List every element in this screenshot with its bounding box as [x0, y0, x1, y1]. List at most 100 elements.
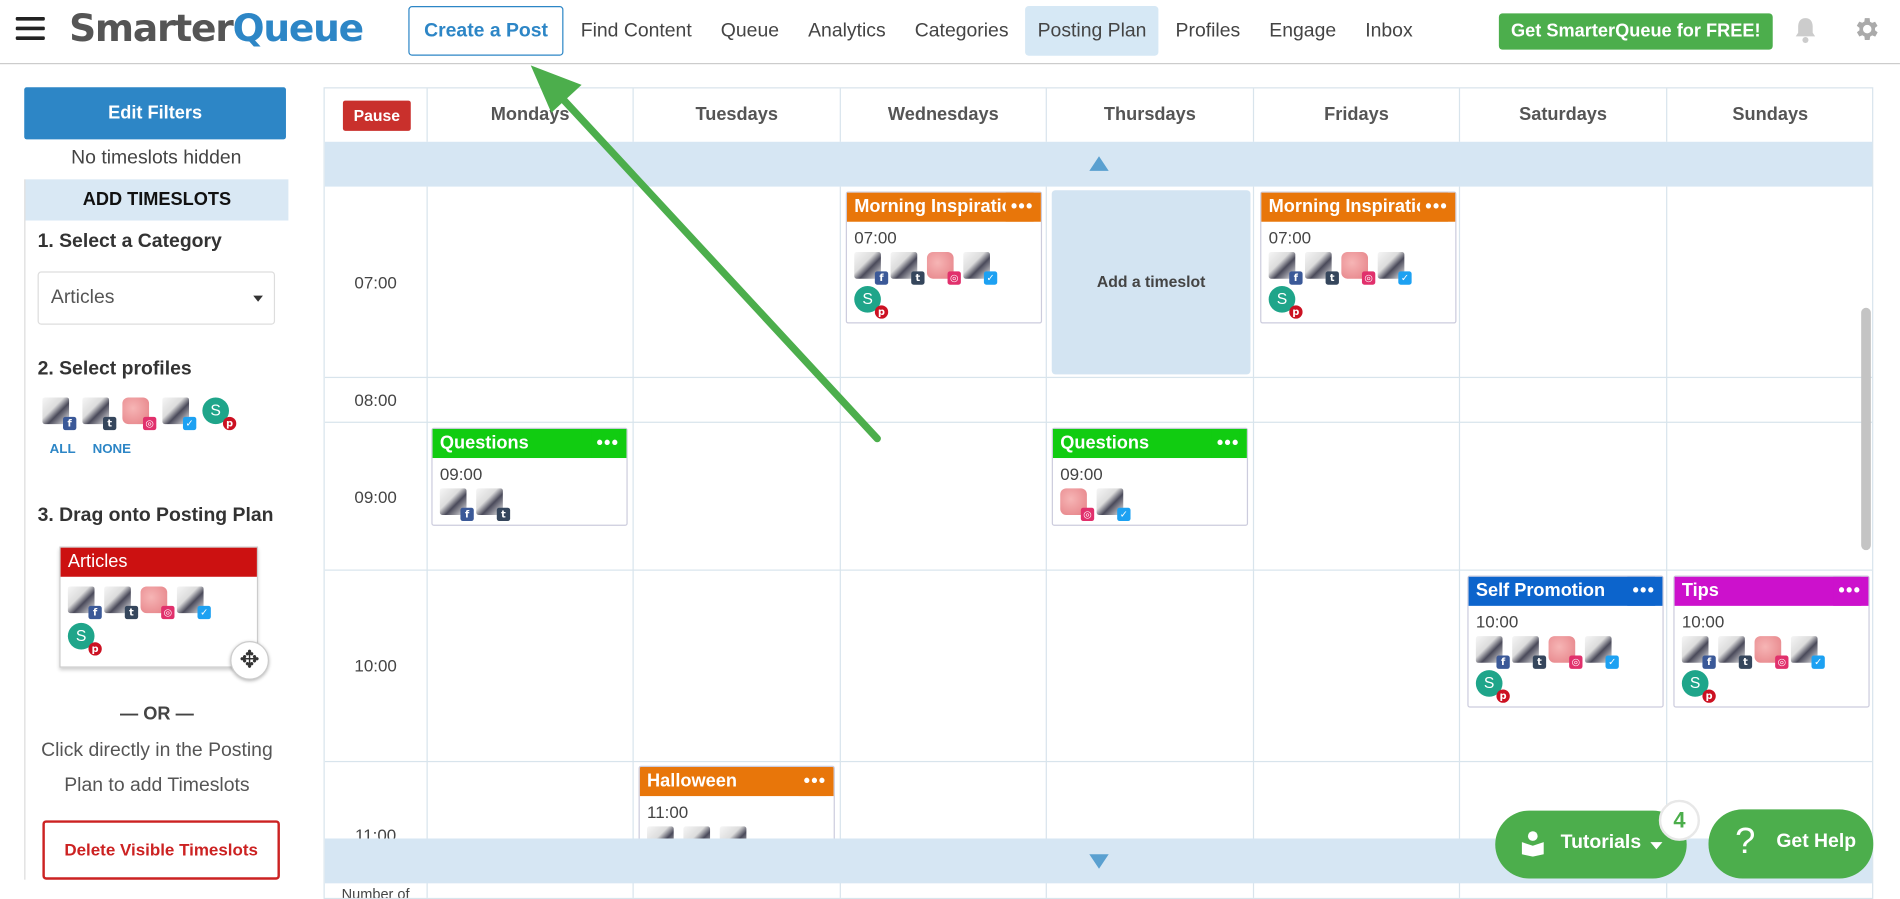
top-navbar: SmarterQueue Create a Post Find Content … [0, 0, 1900, 65]
profile-facebook-icon[interactable]: f [42, 397, 77, 431]
delete-visible-timeslots-button[interactable]: Delete Visible Timeslots [42, 820, 280, 880]
timeslot-time: 07:00 [854, 227, 897, 248]
timeslot-time: 07:00 [1268, 227, 1312, 248]
timeslot-wed-0700[interactable]: Morning Inspiration ••• 07:00 f t ◎ ✓ Sp [845, 191, 1043, 324]
timeslot-time: 09:00 [1060, 464, 1103, 484]
nav-create-a-post[interactable]: Create a Post [408, 6, 564, 56]
timeslot-time: 11:00 [647, 802, 689, 822]
select-all-link[interactable]: ALL [50, 442, 76, 457]
tumblr-profile-icon: t [890, 252, 925, 285]
tumblr-profile-icon: t [1512, 636, 1547, 669]
timeslot-time: 10:00 [1681, 611, 1725, 632]
nav-find-content[interactable]: Find Content [569, 6, 704, 56]
day-header-wednesdays: Wednesdays [839, 88, 1046, 142]
more-options-icon[interactable]: ••• [1420, 192, 1448, 222]
instagram-profile-icon: ◎ [1754, 636, 1789, 669]
twitter-profile-icon: ✓ [1096, 488, 1131, 522]
profile-twitter-icon[interactable]: ✓ [162, 397, 197, 431]
timeslot-title: Morning Inspiration ••• [846, 192, 1041, 222]
tumblr-profile-icon: t [104, 586, 139, 620]
category-select-value: Articles [50, 287, 115, 308]
pinterest-profile-icon: Sp [67, 622, 102, 656]
more-options-icon[interactable]: ••• [591, 428, 620, 459]
day-header-thursdays: Thursdays [1045, 88, 1253, 142]
instagram-profile-icon: ◎ [140, 586, 175, 620]
question-icon: ? [1735, 821, 1756, 862]
nav-posting-plan[interactable]: Posting Plan [1025, 6, 1159, 56]
pause-button[interactable]: Pause [342, 100, 411, 131]
gear-icon[interactable] [1851, 15, 1880, 44]
footer-row-label: Number of [341, 885, 410, 899]
facebook-profile-icon: f [439, 488, 474, 522]
facebook-profile-icon: f [1681, 636, 1716, 669]
time-label-0900: 09:00 [354, 487, 397, 507]
timeslot-sun-1000[interactable]: Tips ••• 10:00 f t ◎ ✓ Sp [1673, 575, 1870, 708]
bell-icon[interactable] [1793, 17, 1817, 44]
add-timeslot-cell[interactable]: Add a timeslot [1051, 190, 1251, 375]
more-options-icon[interactable]: ••• [1627, 576, 1656, 606]
scroll-up-bar[interactable] [324, 141, 1873, 187]
more-options-icon[interactable]: ••• [798, 767, 827, 797]
tutorials-count-badge: 4 [1658, 799, 1701, 841]
click-instructions: Click directly in the Posting Plan to ad… [41, 740, 273, 797]
step-3-label: 3. Drag onto Posting Plan [37, 505, 274, 526]
timeslot-time: 09:00 [439, 464, 483, 484]
day-header-fridays: Fridays [1252, 88, 1459, 142]
instagram-profile-icon: ◎ [926, 252, 961, 285]
nav-inbox[interactable]: Inbox [1353, 6, 1425, 56]
facebook-profile-icon: f [1475, 636, 1510, 669]
timeslot-sat-1000[interactable]: Self Promotion ••• 10:00 f t ◎ ✓ Sp [1467, 575, 1664, 708]
more-options-icon[interactable]: ••• [1833, 576, 1862, 606]
time-label-1000: 10:00 [354, 655, 397, 675]
timeslot-title: Questions ••• [432, 428, 627, 459]
twitter-profile-icon: ✓ [963, 252, 998, 285]
caret-down-icon [1650, 842, 1663, 850]
get-help-button[interactable]: ? Get Help [1708, 809, 1874, 879]
time-label-0800: 08:00 [354, 390, 397, 410]
or-divider: — OR — [120, 703, 194, 725]
nav-categories[interactable]: Categories [903, 6, 1021, 56]
step-2-label: 2. Select profiles [37, 358, 192, 380]
smarterqueue-logo[interactable]: SmarterQueue [69, 7, 364, 51]
more-options-icon[interactable]: ••• [1005, 192, 1034, 222]
timeslot-mon-0900[interactable]: Questions ••• 09:00 f t [431, 427, 628, 526]
nav-engage[interactable]: Engage [1257, 6, 1348, 56]
facebook-profile-icon: f [67, 586, 102, 620]
profile-pinterest-icon[interactable]: Sp [202, 397, 237, 431]
day-header-mondays: Mondays [426, 88, 633, 142]
profile-selector: f t ◎ ✓ Sp [25, 397, 288, 431]
sidebar: Edit Filters No timeslots hidden ADD TIM… [24, 87, 289, 880]
profile-instagram-icon[interactable]: ◎ [122, 397, 157, 431]
profile-tumblr-icon[interactable]: t [82, 397, 117, 431]
nav-queue[interactable]: Queue [709, 6, 791, 56]
timeslot-title: Questions ••• [1052, 428, 1247, 459]
move-icon[interactable]: ✥ [230, 640, 269, 680]
twitter-profile-icon: ✓ [1790, 636, 1825, 669]
posting-plan-grid: Pause Mondays Tuesdays Wednesdays Thursd… [323, 87, 1874, 899]
timeslot-time: 10:00 [1475, 611, 1519, 632]
vertical-scrollbar[interactable] [1861, 307, 1871, 551]
nav-analytics[interactable]: Analytics [796, 6, 898, 56]
facebook-profile-icon: f [1268, 252, 1303, 285]
timeslot-fri-0700[interactable]: Morning Inspiration ••• 07:00 f t ◎ ✓ Sp [1260, 191, 1457, 324]
timeslot-title: Self Promotion ••• [1468, 576, 1663, 606]
hamburger-menu-icon[interactable] [15, 16, 45, 41]
chevron-down-icon [253, 295, 263, 302]
category-select[interactable]: Articles [37, 271, 276, 325]
select-none-link[interactable]: NONE [93, 442, 132, 457]
step-1-label: 1. Select a Category [37, 231, 222, 253]
tumblr-profile-icon: t [1718, 636, 1753, 669]
more-options-icon[interactable]: ••• [1211, 428, 1240, 459]
instagram-profile-icon: ◎ [1548, 636, 1583, 669]
timeslot-title: Morning Inspiration ••• [1261, 192, 1456, 222]
draggable-card-title: Articles [60, 547, 257, 577]
edit-filters-button[interactable]: Edit Filters [24, 87, 286, 140]
draggable-timeslot-card[interactable]: Articles f t ◎ ✓ Sp ✥ [59, 546, 269, 680]
get-free-button[interactable]: Get SmarterQueue for FREE! [1498, 13, 1773, 50]
nav-profiles[interactable]: Profiles [1163, 6, 1252, 56]
hidden-timeslots-note: No timeslots hidden [71, 147, 242, 169]
time-label-0700: 07:00 [354, 272, 397, 293]
draggable-card-profiles: f t ◎ ✓ [61, 577, 257, 620]
timeslot-thu-0900[interactable]: Questions ••• 09:00 ◎ ✓ [1051, 427, 1249, 526]
twitter-profile-icon: ✓ [1584, 636, 1619, 669]
